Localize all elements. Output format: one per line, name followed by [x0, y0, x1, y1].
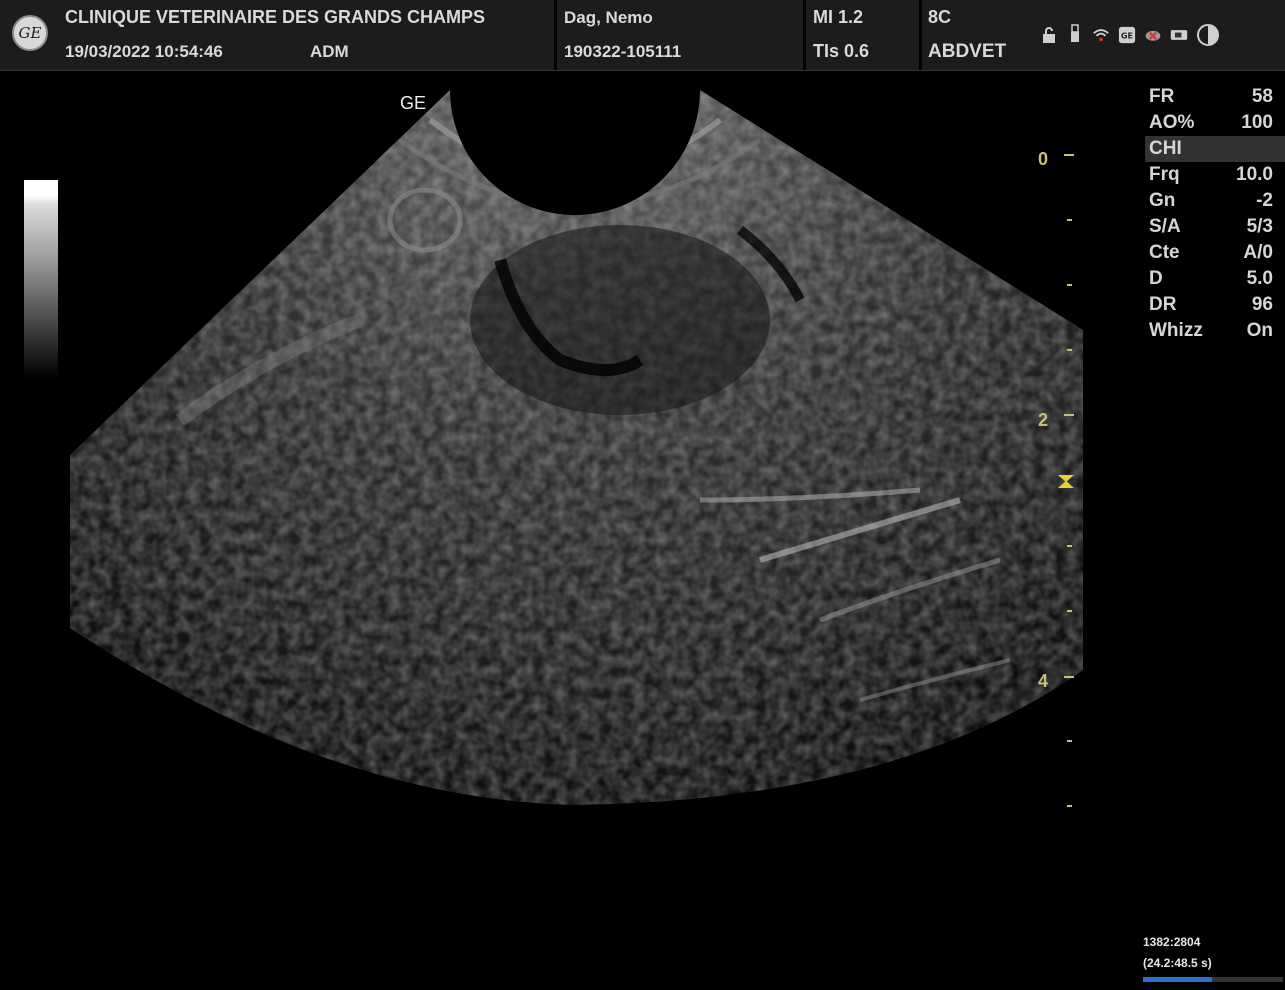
orientation-marker: GE — [400, 93, 427, 113]
param-label: Gn — [1149, 190, 1176, 211]
depth-label-0: 0 — [1038, 149, 1049, 169]
param-label: Frq — [1149, 164, 1180, 185]
param-value: 100 — [1241, 112, 1273, 133]
param-value: 96 — [1251, 294, 1273, 315]
param-ao: AO% 100 — [1145, 110, 1285, 136]
param-dr: DR 96 — [1145, 292, 1285, 318]
ultrasound-sector-image[interactable] — [0, 0, 1285, 990]
param-label: Cte — [1149, 242, 1180, 263]
cine-progress-fill — [1143, 977, 1212, 982]
imaging-parameters-panel: FR 58 AO% 100 CHI Frq 10.0 Gn -2 S/A 5/3 Cte A… — [1145, 84, 1285, 344]
cine-info: 1382:2804 (24.2:48.5 s) — [1143, 932, 1212, 974]
param-fr: FR 58 — [1145, 84, 1285, 110]
param-value: On — [1246, 320, 1273, 341]
param-value: 5/3 — [1246, 216, 1273, 237]
depth-label-4: 4 — [1038, 671, 1049, 691]
cine-time: (24.2:48.5 s) — [1143, 956, 1212, 970]
param-value: -2 — [1256, 190, 1273, 211]
depth-label-2: 2 — [1038, 410, 1049, 430]
param-value: 58 — [1251, 86, 1273, 107]
param-label: CHI — [1149, 138, 1182, 159]
param-cte: Cte A/0 — [1145, 240, 1285, 266]
param-label: Whizz — [1149, 320, 1203, 341]
param-d: D 5.0 — [1145, 266, 1285, 292]
param-label: FR — [1149, 86, 1175, 107]
param-label: D — [1149, 268, 1163, 289]
param-label: S/A — [1149, 216, 1181, 237]
param-frq: Frq 10.0 — [1145, 162, 1285, 188]
param-value: 10.0 — [1236, 164, 1273, 185]
cine-progress-bar[interactable] — [1143, 977, 1283, 982]
param-value: 5.0 — [1246, 268, 1273, 289]
param-gn: Gn -2 — [1145, 188, 1285, 214]
param-whizz: Whizz On — [1145, 318, 1285, 344]
param-value: A/0 — [1243, 242, 1273, 263]
param-sa: S/A 5/3 — [1145, 214, 1285, 240]
param-chi: CHI — [1145, 136, 1285, 162]
grayscale-bar — [24, 180, 58, 380]
param-label: AO% — [1149, 112, 1195, 133]
param-label: DR — [1149, 294, 1177, 315]
cine-frame-counter: 1382:2804 — [1143, 935, 1201, 949]
